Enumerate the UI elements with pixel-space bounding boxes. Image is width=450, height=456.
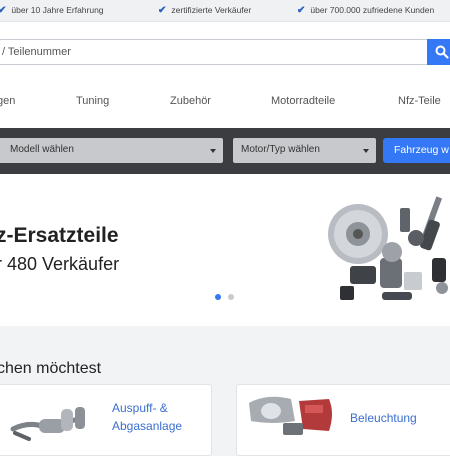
card-label-line: Beleuchtung <box>350 411 417 425</box>
category-item[interactable]: Motorradteile <box>271 95 335 107</box>
trust-item: ✔ zertifizierte Verkäufer <box>158 5 251 16</box>
search-row: / Teilenummer <box>0 22 450 80</box>
headlight-icon <box>249 396 332 435</box>
category-section: chen möchtest Auspuff- & Abgasanlage Bel… <box>0 326 450 456</box>
trust-item-text: über 10 Jahre Erfahrung <box>11 5 104 15</box>
section-heading: chen möchtest <box>0 360 102 377</box>
check-icon: ✔ <box>158 5 167 16</box>
chevron-down-icon <box>210 149 216 153</box>
check-icon: ✔ <box>0 5 7 16</box>
trust-item-text: zertifizierte Verkäufer <box>171 5 252 15</box>
category-card-lighting[interactable]: Beleuchtung <box>236 384 450 456</box>
trust-item: ✔ über 700.000 zufriedene Kunden <box>297 5 434 16</box>
category-item[interactable]: Zubehör <box>170 95 211 107</box>
trust-item-text: über 700.000 zufriedene Kunden <box>310 5 435 15</box>
hero-subtitle: r 480 Verkäufer <box>0 254 120 274</box>
engine-select-label: Motor/Typ wählen <box>241 144 320 155</box>
search-icon <box>435 45 449 59</box>
hero-title: z-Ersatzteile <box>0 224 119 247</box>
car-parts-illustration <box>328 196 448 300</box>
exhaust-icon <box>10 407 85 441</box>
engine-select[interactable]: Motor/Typ wählen <box>233 138 376 163</box>
vehicle-selector-bar: Modell wählen Motor/Typ wählen Fahrzeug … <box>0 128 450 174</box>
card-label: Auspuff- & Abgasanlage <box>112 399 182 435</box>
carousel-dot-active[interactable] <box>215 294 221 300</box>
trust-bar: ✔ über 10 Jahre Erfahrung ✔ zertifizierte … <box>0 0 450 22</box>
category-nav: gen Tuning Zubehör Motorradteile Nfz-Tei… <box>0 80 450 128</box>
hero-banner[interactable]: z-Ersatzteile r 480 Verkäufer <box>0 174 450 326</box>
search-button[interactable] <box>427 39 450 65</box>
carousel-dot[interactable] <box>228 294 234 300</box>
card-label-line: Auspuff- & <box>112 401 168 415</box>
model-select-label: Modell wählen <box>10 144 74 155</box>
card-label: Beleuchtung <box>350 409 417 427</box>
category-item[interactable]: gen <box>0 95 15 107</box>
vehicle-submit-button[interactable]: Fahrzeug w <box>383 138 450 163</box>
check-icon: ✔ <box>297 5 306 16</box>
card-label-line: Abgasanlage <box>112 419 183 433</box>
trust-item: ✔ über 10 Jahre Erfahrung <box>0 5 104 16</box>
category-card-exhaust[interactable]: Auspuff- & Abgasanlage <box>0 384 212 456</box>
model-select[interactable]: Modell wählen <box>0 138 223 163</box>
search-input[interactable]: / Teilenummer <box>0 39 427 65</box>
category-item[interactable]: Nfz-Teile <box>398 95 441 107</box>
category-item[interactable]: Tuning <box>76 95 109 107</box>
chevron-down-icon <box>363 149 369 153</box>
